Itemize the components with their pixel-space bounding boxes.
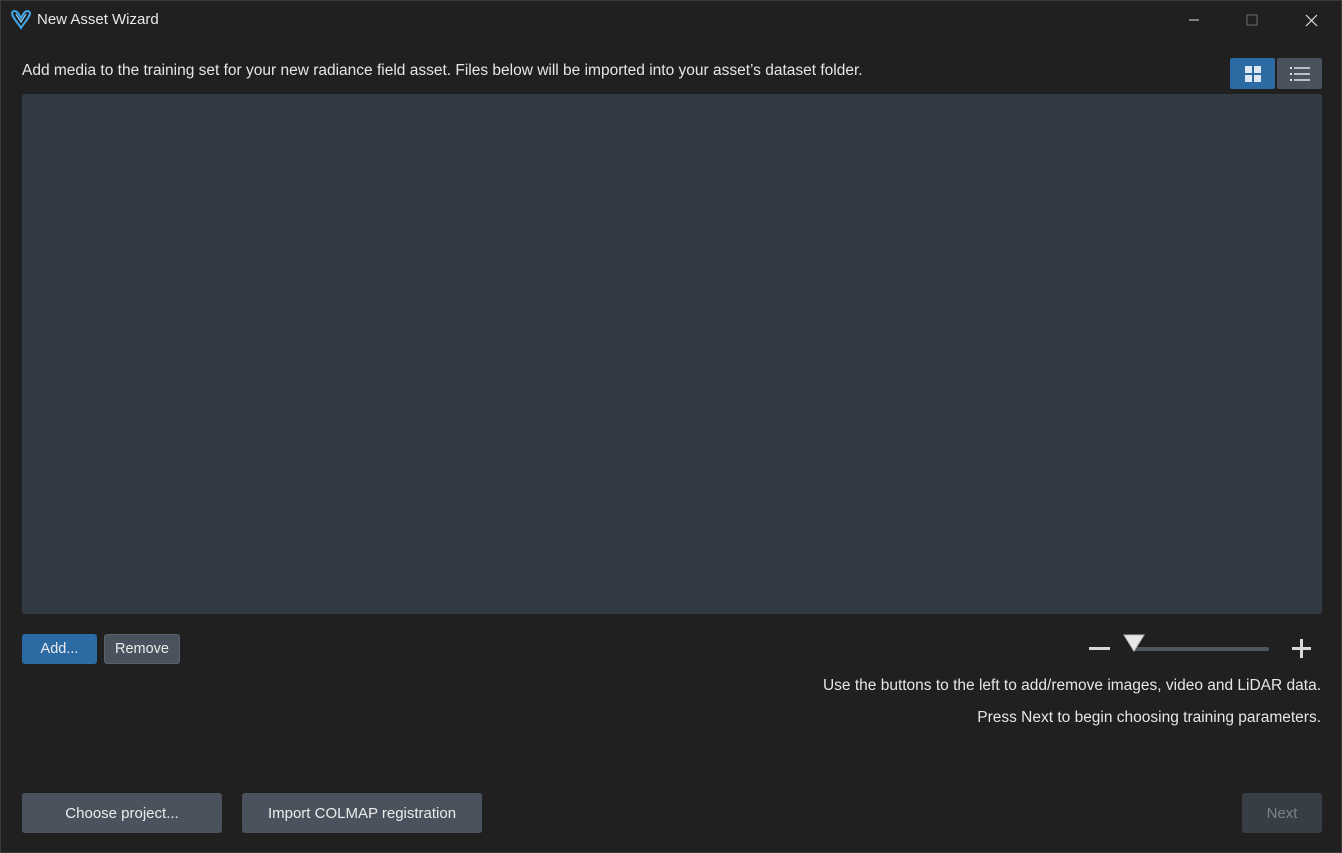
list-view-button[interactable] xyxy=(1277,58,1322,89)
close-button[interactable] xyxy=(1282,1,1340,39)
thumbnail-size-slider[interactable] xyxy=(1132,647,1269,651)
new-asset-wizard-window: New Asset Wizard Add media to the traini… xyxy=(0,0,1342,853)
choose-project-button[interactable]: Choose project... xyxy=(22,793,222,833)
next-button[interactable]: Next xyxy=(1242,793,1322,833)
maximize-icon xyxy=(1246,14,1258,26)
title-bar[interactable]: New Asset Wizard xyxy=(1,1,1341,39)
zoom-in-icon[interactable] xyxy=(1292,639,1311,658)
window-title: New Asset Wizard xyxy=(37,11,159,28)
import-colmap-button[interactable]: Import COLMAP registration xyxy=(242,793,482,833)
minimize-button[interactable] xyxy=(1165,1,1223,39)
close-icon xyxy=(1305,14,1317,26)
media-drop-area[interactable] xyxy=(22,94,1322,614)
hint-text-next: Press Next to begin choosing training pa… xyxy=(977,709,1321,726)
minimize-icon xyxy=(1189,19,1199,21)
zoom-out-icon[interactable] xyxy=(1089,647,1110,650)
add-media-button[interactable]: Add... xyxy=(22,634,97,664)
maximize-button[interactable] xyxy=(1223,1,1281,39)
wizard-description: Add media to the training set for your n… xyxy=(22,62,863,79)
app-logo-icon xyxy=(10,9,32,31)
slider-thumb[interactable] xyxy=(1122,634,1146,652)
hint-text-add-remove: Use the buttons to the left to add/remov… xyxy=(822,677,1321,694)
list-view-icon xyxy=(1289,66,1310,81)
remove-media-button[interactable]: Remove xyxy=(104,634,180,664)
grid-view-button[interactable] xyxy=(1230,58,1275,89)
grid-view-icon xyxy=(1244,65,1261,82)
